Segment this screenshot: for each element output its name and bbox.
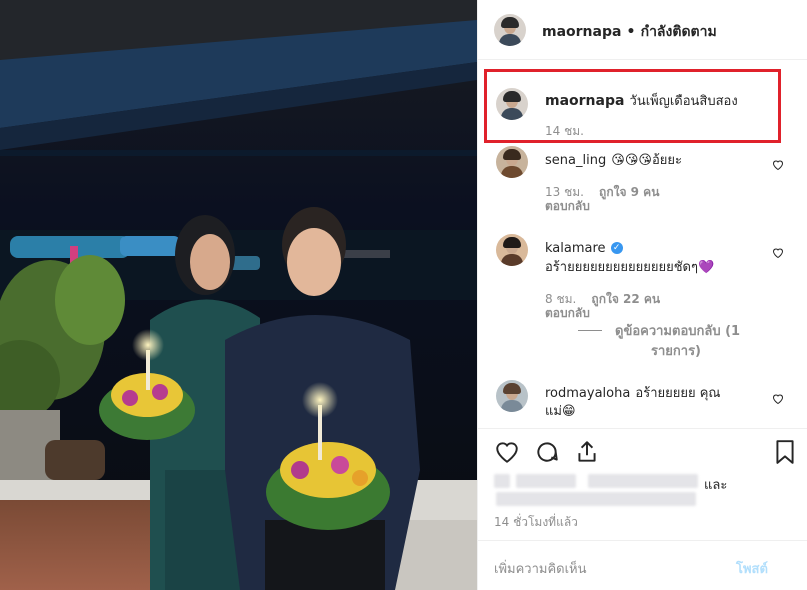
header-avatar[interactable]	[494, 14, 526, 46]
post-button[interactable]: โพสต์	[736, 558, 768, 579]
comment-likes[interactable]: ถูกใจ 9 คน	[599, 185, 659, 199]
post-header: maornapa • กำลังติดตาม	[478, 0, 807, 60]
comment-text: อร้ายยยยย คุณ	[635, 386, 721, 401]
instagram-post-view: maornapa • กำลังติดตาม maornapa วันเพ็ญเ…	[0, 0, 807, 590]
comment-like-heart-icon[interactable]	[772, 390, 784, 405]
reply-button[interactable]: ตอบกลับ	[545, 197, 590, 216]
verified-badge-icon: ✓	[610, 241, 623, 254]
comment-likes[interactable]: ถูกใจ 22 คน	[591, 292, 660, 306]
add-comment-bar: เพิ่มความคิดเห็น โพสต์	[478, 540, 807, 590]
comment-username[interactable]: sena_ling	[545, 153, 606, 168]
blurred-liker-name	[588, 474, 698, 488]
view-replies-line: รายการ)	[651, 344, 701, 359]
post-timestamp[interactable]: 14 ชั่วโมงที่แล้ว	[494, 513, 578, 532]
comment-avatar[interactable]	[496, 146, 528, 178]
follow-status[interactable]: กำลังติดตาม	[641, 24, 717, 40]
comment-avatar[interactable]	[496, 380, 528, 412]
share-icon[interactable]	[574, 439, 600, 469]
post-side-panel: maornapa • กำลังติดตาม maornapa วันเพ็ญเ…	[477, 0, 807, 590]
caption-text: วันเพ็ญเดือนสิบสอง	[629, 94, 738, 109]
blurred-liker-name	[496, 492, 696, 506]
comment-username[interactable]: kalamare	[545, 241, 606, 256]
caption: maornapa วันเพ็ญเดือนสิบสอง	[545, 90, 738, 111]
view-replies-line: ดูข้อความตอบกลับ (1	[615, 324, 741, 339]
comment-username[interactable]: rodmayaloha	[545, 386, 630, 401]
comment-text: อร้ายยยยยยยยยยยยยยชัดๆ💜	[545, 260, 715, 275]
view-replies-divider	[578, 330, 602, 331]
photo-scene	[0, 0, 477, 590]
comment-icon[interactable]	[534, 439, 560, 469]
view-replies-link[interactable]: ดูข้อความตอบกลับ (1 รายการ)	[615, 322, 740, 362]
comment-text: แม่😁	[545, 404, 576, 419]
header-separator: •	[626, 24, 636, 40]
comment-text: 😘😘😘อ้ยยะ	[611, 153, 682, 168]
bookmark-icon[interactable]	[774, 439, 796, 469]
caption-username[interactable]: maornapa	[545, 93, 624, 109]
header-title: maornapa • กำลังติดตาม	[542, 21, 717, 43]
post-photo[interactable]	[0, 0, 477, 590]
comment-like-heart-icon[interactable]	[772, 244, 784, 259]
caption-time[interactable]: 14 ชม.	[545, 122, 584, 141]
comment-row: sena_ling 😘😘😘อ้ยยะ	[545, 149, 682, 170]
likes-and: และ	[704, 478, 728, 493]
comment-input[interactable]: เพิ่มความคิดเห็น	[494, 558, 587, 579]
caption-avatar[interactable]	[496, 88, 528, 120]
header-username[interactable]: maornapa	[542, 24, 621, 40]
blurred-liker-name	[516, 474, 576, 488]
blurred-liker-avatar	[494, 474, 510, 488]
comment-avatar[interactable]	[496, 234, 528, 266]
comment-like-heart-icon[interactable]	[772, 156, 784, 171]
comment-row: kalamare ✓	[545, 237, 623, 256]
heart-icon[interactable]	[494, 439, 520, 469]
action-bar	[478, 428, 807, 472]
reply-button[interactable]: ตอบกลับ	[545, 304, 590, 323]
